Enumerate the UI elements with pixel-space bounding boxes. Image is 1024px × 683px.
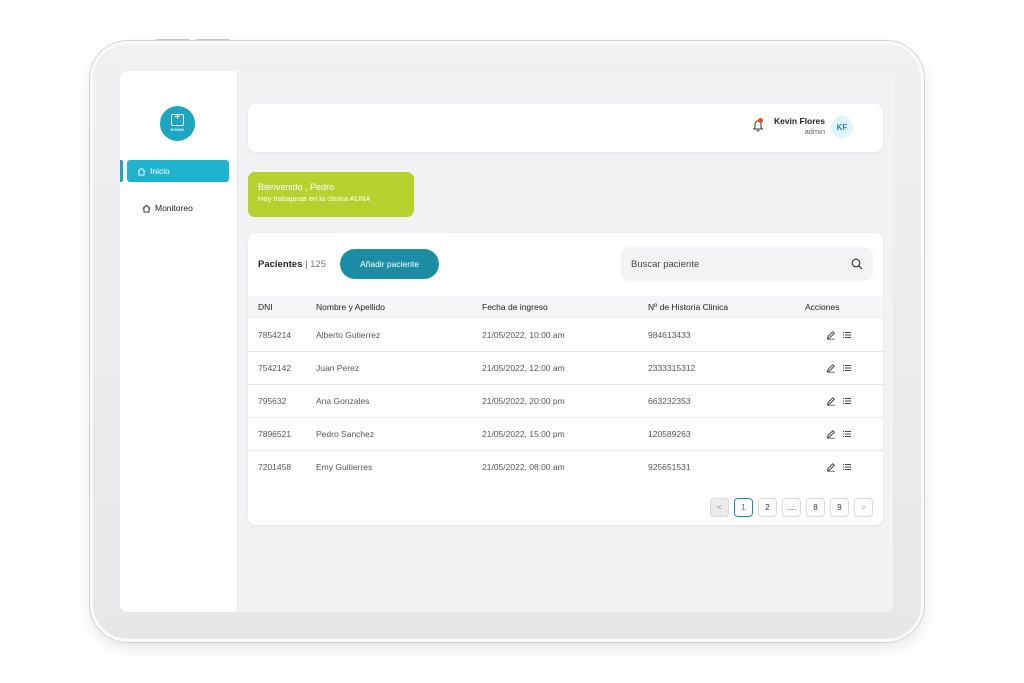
cell-dni: 7854214 xyxy=(258,330,292,340)
welcome-greeting: Bienvenido , Pedro xyxy=(258,182,335,192)
sidebar-item-label: Inicio xyxy=(150,166,170,176)
column-header[interactable]: Fecha de ingreso xyxy=(482,296,548,319)
patients-card: Pacientes | 125 Añadir paciente DNI Nomb… xyxy=(248,233,883,525)
row-actions xyxy=(826,396,852,406)
edit-icon[interactable] xyxy=(826,330,836,340)
page-button[interactable]: 2 xyxy=(758,498,777,517)
edit-icon[interactable] xyxy=(826,429,836,439)
list-icon[interactable] xyxy=(842,363,852,373)
sidebar-item-monitoreo[interactable]: Monitoreo xyxy=(132,197,234,219)
edit-icon[interactable] xyxy=(826,363,836,373)
search-input[interactable] xyxy=(631,247,831,281)
column-header[interactable]: Nº de Historia Clinica xyxy=(648,296,728,319)
row-actions xyxy=(826,462,852,472)
column-header[interactable]: DNI xyxy=(258,296,273,319)
cell-name: Pedro Sanchez xyxy=(316,429,375,439)
cell-dni: 7201458 xyxy=(258,462,292,472)
home-icon xyxy=(142,204,151,213)
logo-icon xyxy=(171,112,184,126)
sidebar-item-inicio[interactable]: Inicio xyxy=(127,160,229,182)
row-actions xyxy=(826,363,852,373)
home-icon xyxy=(137,167,146,176)
patients-label: Pacientes xyxy=(258,259,303,270)
row-actions xyxy=(826,330,852,340)
top-header: Kevin Flores admin KF xyxy=(248,104,883,152)
title-separator: | xyxy=(305,259,308,270)
search-icon[interactable] xyxy=(851,258,863,270)
active-nav-indicator xyxy=(120,160,123,182)
logo[interactable]: HOME xyxy=(160,106,195,141)
welcome-subtitle: Hoy trabajaras en la clinica AUNA xyxy=(258,194,371,203)
avatar[interactable]: KF xyxy=(831,116,853,138)
notification-dot xyxy=(758,118,763,123)
column-header: Acciones xyxy=(805,302,840,312)
cell-history: 120589263 xyxy=(648,429,691,439)
cell-name: Alberto Gutierrez xyxy=(316,330,381,340)
search-box xyxy=(621,247,873,281)
page-ellipsis: .... xyxy=(782,498,801,517)
page-button[interactable]: 9 xyxy=(830,498,849,517)
cell-date: 21/05/2022, 15:00 pm xyxy=(482,429,565,439)
cell-history: 925651531 xyxy=(648,462,691,472)
next-page-button[interactable]: > xyxy=(854,498,873,517)
cell-name: Juan Perez xyxy=(316,363,359,373)
patients-title: Pacientes | 125 xyxy=(258,259,326,270)
table-row[interactable]: 7896521 Pedro Sanchez 21/05/2022, 15:00 … xyxy=(248,418,883,451)
welcome-banner: Bienvenido , Pedro Hoy trabajaras en la … xyxy=(248,172,414,217)
page-button-current[interactable]: 1 xyxy=(734,498,753,517)
table-row[interactable]: 795632 Ana Gonzales 21/05/2022, 20:00 pm… xyxy=(248,385,883,418)
table-row[interactable]: 7542142 Juan Perez 21/05/2022, 12:00 am … xyxy=(248,352,883,385)
edit-icon[interactable] xyxy=(826,462,836,472)
cell-dni: 7542142 xyxy=(258,363,292,373)
cell-history: 984613433 xyxy=(648,330,691,340)
add-patient-button[interactable]: Añadir paciente xyxy=(340,249,439,279)
cell-history: 663232353 xyxy=(648,396,691,406)
page-button[interactable]: 8 xyxy=(806,498,825,517)
list-icon[interactable] xyxy=(842,462,852,472)
cell-name: Emy Guitierres xyxy=(316,462,373,472)
patients-count: 125 xyxy=(310,259,326,270)
prev-page-button[interactable]: < xyxy=(710,498,729,517)
list-icon[interactable] xyxy=(842,396,852,406)
app-screen: HOME Inicio Monitoreo Kevin Flores admin… xyxy=(120,71,893,612)
logo-text: HOME xyxy=(170,126,185,132)
list-icon[interactable] xyxy=(842,330,852,340)
user-name: Kevin Flores xyxy=(773,116,825,126)
user-role: admin xyxy=(804,127,825,136)
table-header: DNI Nombre y Apellido Fecha de ingreso N… xyxy=(248,296,883,319)
pagination: < 1 2 .... 8 9 > xyxy=(710,498,873,517)
sidebar: HOME Inicio Monitoreo xyxy=(120,71,238,612)
cell-dni: 7896521 xyxy=(258,429,292,439)
cell-name: Ana Gonzales xyxy=(316,396,370,406)
cell-dni: 795632 xyxy=(258,396,287,406)
sidebar-item-label: Monitoreo xyxy=(155,203,193,213)
table-row[interactable]: 7854214 Alberto Gutierrez 21/05/2022, 10… xyxy=(248,319,883,352)
cell-date: 21/05/2022, 20:00 pm xyxy=(482,396,565,406)
cell-date: 21/05/2022, 10:00 am xyxy=(482,330,565,340)
cell-date: 21/05/2022, 08:00 am xyxy=(482,462,565,472)
row-actions xyxy=(826,429,852,439)
cell-date: 21/05/2022, 12:00 am xyxy=(482,363,565,373)
cell-history: 2333315312 xyxy=(648,363,696,373)
column-header[interactable]: Nombre y Apellido xyxy=(316,296,385,319)
edit-icon[interactable] xyxy=(826,396,836,406)
list-icon[interactable] xyxy=(842,429,852,439)
table-row[interactable]: 7201458 Emy Guitierres 21/05/2022, 08:00… xyxy=(248,451,883,484)
